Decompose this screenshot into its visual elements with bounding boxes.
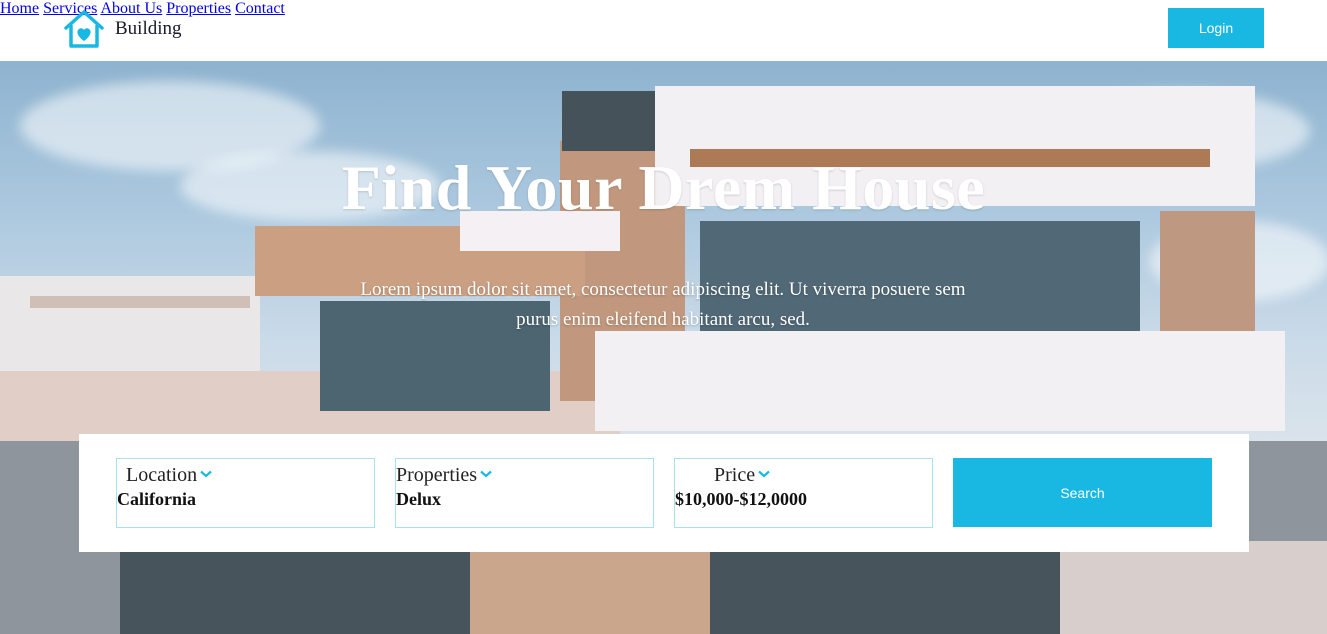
brand-name: Building bbox=[115, 18, 182, 39]
price-label: Price bbox=[714, 464, 756, 486]
location-label: Location bbox=[126, 464, 198, 486]
price-value: $10,000-$12,0000 bbox=[675, 489, 807, 509]
chevron-down-icon bbox=[200, 461, 212, 484]
hero-subtitle: Lorem ipsum dolor sit amet, consectetur … bbox=[360, 279, 966, 330]
search-button[interactable]: Search bbox=[953, 458, 1212, 527]
location-dropdown[interactable]: Location California bbox=[116, 458, 375, 528]
nav-contact[interactable]: Contact bbox=[235, 0, 285, 17]
properties-value: Delux bbox=[396, 489, 441, 509]
nav-home[interactable]: Home bbox=[0, 0, 39, 17]
hero-title: Find Your Drem House bbox=[341, 152, 986, 223]
house-heart-icon bbox=[63, 9, 105, 49]
chevron-down-icon bbox=[480, 461, 492, 484]
price-dropdown[interactable]: Price $10,000-$12,0000 bbox=[674, 458, 933, 528]
site-header: Building Home Services About Us Properti… bbox=[0, 0, 1327, 61]
location-value: California bbox=[117, 489, 196, 509]
chevron-down-icon bbox=[758, 461, 770, 484]
property-search-panel: Location California Properties Delux Pri… bbox=[79, 434, 1249, 552]
properties-label: Properties bbox=[396, 464, 478, 486]
properties-dropdown[interactable]: Properties Delux bbox=[395, 458, 654, 528]
login-button[interactable]: Login bbox=[1168, 8, 1264, 48]
logo[interactable]: Building bbox=[63, 9, 182, 49]
